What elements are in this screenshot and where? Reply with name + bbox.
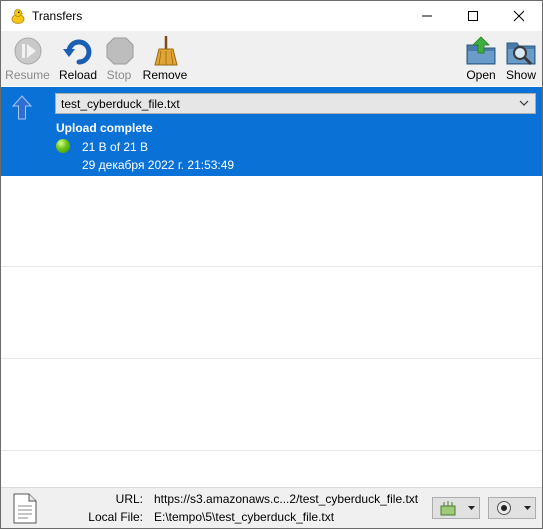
- bandwidth-dropdown[interactable]: [432, 497, 480, 519]
- minimize-icon: [422, 15, 432, 17]
- cyberduck-app-icon: [11, 9, 25, 24]
- local-file-value: E:\tempo\5\test_cyberduck_file.txt: [154, 510, 335, 524]
- maximize-button[interactable]: [450, 1, 496, 31]
- chevron-down-icon: [519, 100, 529, 106]
- empty-row: [1, 268, 542, 359]
- bandwidth-icon: [440, 501, 456, 516]
- close-icon: [513, 10, 525, 22]
- url-label: URL:: [115, 492, 143, 506]
- show-folder-icon: [506, 42, 536, 66]
- transfer-progress: 21 B of 21 B: [82, 140, 149, 154]
- footer: URL: https://s3.amazonaws.c...2/test_cyb…: [1, 487, 542, 528]
- remove-button[interactable]: Remove: [141, 31, 189, 86]
- empty-row: [1, 176, 542, 267]
- remove-label: Remove: [142, 68, 188, 82]
- transfer-row[interactable]: test_cyberduck_file.txt Upload complete …: [1, 87, 542, 176]
- connections-dropdown[interactable]: [488, 497, 536, 519]
- maximize-icon: [468, 11, 478, 21]
- broom-icon: [154, 36, 178, 66]
- close-button[interactable]: [496, 1, 542, 31]
- stop-button[interactable]: Stop: [102, 31, 136, 86]
- dropdown-arrow-icon: [468, 506, 475, 510]
- resume-button[interactable]: Resume: [4, 31, 51, 86]
- toolbar: Resume Reload Stop Remove Open Show: [1, 31, 542, 86]
- minimize-button[interactable]: [404, 1, 450, 31]
- transfer-file-select[interactable]: test_cyberduck_file.txt: [55, 93, 536, 114]
- status-complete-icon: [56, 139, 70, 153]
- connections-icon: [497, 501, 511, 515]
- transfers-window: Transfers Resume Reload Stop Remove Open…: [0, 0, 543, 529]
- open-button[interactable]: Open: [463, 31, 499, 86]
- reload-button[interactable]: Reload: [56, 31, 100, 86]
- url-value: https://s3.amazonaws.c...2/test_cyberduc…: [154, 492, 419, 506]
- show-label: Show: [505, 68, 537, 82]
- transfer-date: 29 декабря 2022 г. 21:53:49: [82, 158, 235, 172]
- stop-label: Stop: [106, 68, 132, 82]
- open-folder-icon: [466, 36, 496, 65]
- reload-label: Reload: [58, 68, 98, 82]
- stop-icon: [106, 37, 134, 65]
- empty-row: [1, 360, 542, 451]
- file-icon: [13, 493, 37, 524]
- reload-icon: [63, 39, 92, 65]
- local-file-label: Local File:: [88, 510, 143, 524]
- open-label: Open: [466, 68, 496, 82]
- show-button[interactable]: Show: [503, 31, 539, 86]
- transfer-status: Upload complete: [56, 121, 153, 135]
- resume-icon: [14, 37, 42, 65]
- dropdown-arrow-icon: [524, 506, 531, 510]
- transfer-filename: test_cyberduck_file.txt: [61, 97, 180, 111]
- title-bar: Transfers: [1, 1, 542, 31]
- upload-arrow-icon: [12, 95, 32, 120]
- window-title: Transfers: [32, 9, 83, 23]
- resume-label: Resume: [5, 68, 50, 82]
- transfer-list: test_cyberduck_file.txt Upload complete …: [1, 87, 542, 487]
